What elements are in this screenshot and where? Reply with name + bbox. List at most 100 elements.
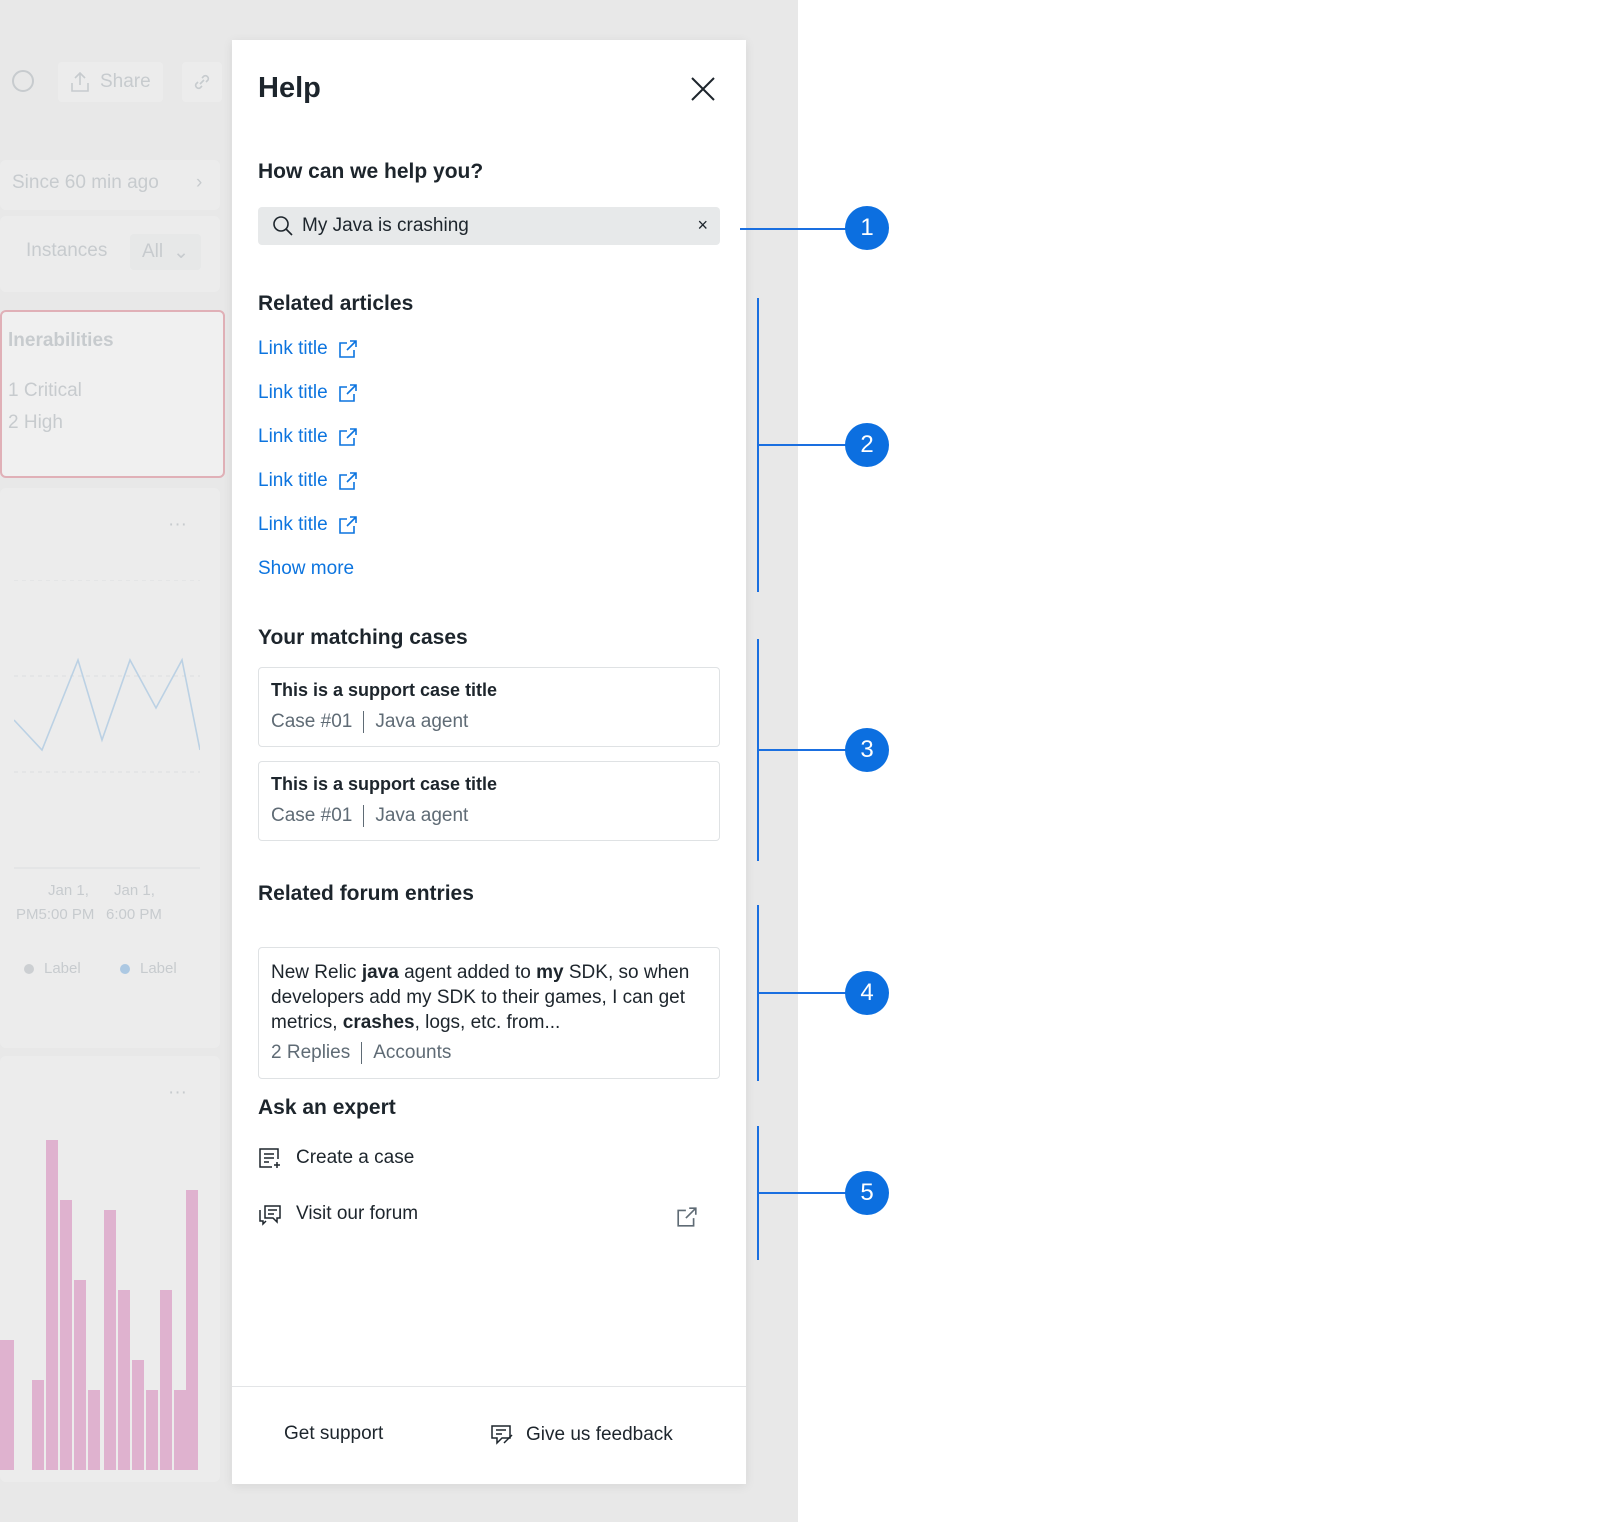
case-number: Case #01	[271, 805, 353, 826]
case-number: Case #01	[271, 711, 353, 732]
legend-dot	[120, 963, 130, 974]
related-articles-heading: Related articles	[258, 292, 414, 315]
external-link-icon	[338, 340, 357, 358]
matching-cases-heading: Your matching cases	[258, 626, 468, 649]
forum-entry-meta: 2 Replies Accounts	[271, 1042, 707, 1064]
create-case-icon	[259, 1148, 280, 1168]
date-label-2: Jan 1,	[114, 882, 155, 899]
entity-icon	[10, 68, 36, 94]
bar	[146, 1390, 158, 1470]
give-feedback-button[interactable]: Give us feedback	[490, 1423, 673, 1447]
panel-title: Help	[258, 72, 321, 104]
legend-label-1: Label	[44, 960, 81, 977]
bar-chart	[0, 1140, 198, 1470]
panel-footer: Get support Give us feedback	[232, 1386, 746, 1484]
forum-replies: 2 Replies	[271, 1042, 351, 1063]
case-card-2[interactable]: This is a support case title Case #01 Ja…	[258, 761, 720, 841]
clear-search-icon[interactable]: ×	[697, 215, 708, 236]
article-link-4[interactable]: Link title	[258, 470, 358, 492]
chevron-right-icon: ›	[196, 172, 203, 193]
search-icon	[273, 216, 293, 236]
legend-dot	[24, 963, 34, 974]
legend-item-1: Label	[24, 960, 81, 977]
annotation-badge-1: 1	[845, 206, 889, 250]
bar	[88, 1390, 100, 1470]
case-meta: Case #01 Java agent	[271, 711, 707, 733]
bar	[0, 1340, 14, 1470]
case-tag: Java agent	[375, 805, 469, 826]
ask-expert-heading: Ask an expert	[258, 1096, 396, 1119]
search-input[interactable]	[302, 215, 682, 237]
case-card-1[interactable]: This is a support case title Case #01 Ja…	[258, 667, 720, 747]
bar	[60, 1200, 72, 1470]
bar	[174, 1390, 186, 1470]
legend-label-2: Label	[140, 960, 177, 977]
search-field[interactable]: ×	[258, 207, 720, 245]
case-title: This is a support case title	[271, 774, 498, 794]
forum-heading: Related forum entries	[258, 882, 474, 905]
more-icon: ···	[168, 1082, 187, 1103]
time-label-2: 6:00 PM	[106, 906, 162, 923]
share-label: Share	[100, 71, 151, 92]
bar	[74, 1280, 86, 1470]
case-title: This is a support case title	[271, 680, 498, 700]
bar	[118, 1290, 130, 1470]
case-tag: Java agent	[375, 711, 469, 732]
instances-label: Instances	[26, 240, 108, 261]
feedback-icon	[491, 1425, 513, 1445]
meta-divider	[363, 805, 365, 827]
background-app: Share Since 60 min ago › Instances All ⌄…	[0, 40, 232, 1482]
article-link-2[interactable]: Link title	[258, 382, 358, 404]
external-link-icon	[338, 472, 357, 490]
bar	[104, 1210, 116, 1470]
link-button	[182, 62, 222, 102]
meta-divider	[361, 1042, 363, 1064]
vulnerabilities-title: lnerabilities	[8, 330, 114, 351]
bar	[46, 1140, 58, 1470]
article-link-label: Link title	[258, 426, 328, 447]
link-icon	[194, 74, 210, 90]
date-label-1: Jan 1,	[48, 882, 89, 899]
bar	[160, 1290, 172, 1470]
article-link-1[interactable]: Link title	[258, 338, 358, 360]
bar	[32, 1380, 44, 1470]
visit-forum-button[interactable]: Visit our forum	[258, 1202, 418, 1226]
help-panel: Help How can we help you? × Related arti…	[232, 40, 746, 1484]
create-case-button[interactable]: Create a case	[258, 1146, 414, 1170]
forum-entry-excerpt: New Relic java agent added to my SDK, so…	[271, 962, 690, 1033]
forum-chat-icon	[259, 1205, 281, 1226]
visit-forum-label: Visit our forum	[296, 1203, 419, 1224]
forum-category: Accounts	[373, 1042, 452, 1063]
critical-count: 1 Critical	[8, 380, 82, 401]
bar	[186, 1190, 198, 1470]
annotation-connector-5	[757, 1192, 847, 1194]
instances-value: All	[142, 241, 164, 262]
create-case-label: Create a case	[296, 1147, 415, 1168]
share-button: Share	[58, 62, 163, 102]
chevron-down-icon: ⌄	[173, 241, 190, 263]
external-link-icon	[338, 428, 357, 446]
external-link-icon	[338, 384, 357, 402]
instances-select: All ⌄	[130, 234, 202, 270]
article-link-label: Link title	[258, 470, 328, 491]
share-icon	[71, 71, 89, 92]
more-icon: ···	[168, 514, 187, 535]
annotation-connector-4	[757, 992, 847, 994]
get-support-button[interactable]: Get support	[284, 1423, 383, 1445]
annotation-badge-3: 3	[845, 728, 889, 772]
time-label: Since 60 min ago	[12, 172, 159, 193]
annotation-connector-2	[757, 444, 847, 446]
article-link-5[interactable]: Link title	[258, 514, 358, 536]
article-link-label: Link title	[258, 382, 328, 403]
article-link-3[interactable]: Link title	[258, 426, 358, 448]
annotation-connector-1	[740, 228, 850, 230]
time-label-1: PM5:00 PM	[16, 906, 95, 923]
external-link-icon[interactable]	[676, 1206, 698, 1228]
close-icon[interactable]	[688, 74, 718, 104]
annotation-badge-4: 4	[845, 971, 889, 1015]
stage: Share Since 60 min ago › Instances All ⌄…	[0, 0, 1600, 1522]
show-more-link[interactable]: Show more	[258, 558, 354, 580]
meta-divider	[363, 711, 365, 733]
annotation-connector-3	[757, 749, 847, 751]
forum-entry-card[interactable]: New Relic java agent added to my SDK, so…	[258, 947, 720, 1079]
